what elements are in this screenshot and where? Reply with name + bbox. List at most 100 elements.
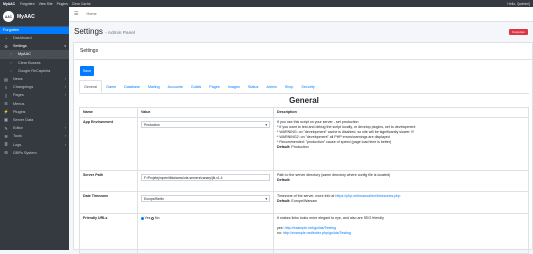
chevron-icon: ‹ bbox=[64, 126, 66, 131]
sidebar-item-dashboard[interactable]: ◔ Dashboard bbox=[0, 34, 69, 42]
description-text: yes: bbox=[277, 226, 285, 231]
sidebar-item-plugins[interactable]: ⚡ Plugins bbox=[0, 108, 69, 116]
setting-description: Timezone of the server, more info at htt… bbox=[273, 191, 529, 214]
chevron-down-icon: ▾ bbox=[265, 122, 267, 127]
tab-mailing[interactable]: Mailing bbox=[144, 80, 164, 93]
sidebar-item-label: Logs bbox=[13, 142, 22, 147]
sidebar-item-label: Editor bbox=[13, 126, 23, 131]
sidebar-item-label: News bbox=[13, 77, 23, 82]
table-header-row: Name Value Description bbox=[79, 107, 529, 118]
table-row: App Environment Production ▾ If you use … bbox=[79, 117, 529, 171]
hamburger-icon[interactable]: ☰ bbox=[74, 11, 78, 17]
table-row: Date Timezone Europe/Berlin ▾ Timezone o… bbox=[79, 191, 529, 214]
chevron-icon: ‹ bbox=[64, 85, 66, 90]
sidebar-brand[interactable]: AAC MyAAC bbox=[0, 7, 69, 27]
circle-icon: ○ bbox=[10, 68, 12, 73]
setting-description: It makes links looks more elegant to eye… bbox=[273, 213, 529, 254]
tab-shop[interactable]: Shop bbox=[281, 80, 298, 93]
tab-general[interactable]: General bbox=[79, 80, 103, 93]
setting-description: If you use this script on your server - … bbox=[273, 117, 529, 171]
sidebar-item-label: Pages bbox=[13, 93, 24, 98]
tab-pages[interactable]: Pages bbox=[205, 80, 223, 93]
topbar-brand[interactable]: MyAAC bbox=[3, 2, 15, 6]
default-label: Default: bbox=[277, 178, 291, 183]
tab-images[interactable]: Images bbox=[224, 80, 244, 93]
tab-admin[interactable]: Admin bbox=[262, 80, 280, 93]
tab-guilds[interactable]: Guilds bbox=[187, 80, 205, 93]
tab-game[interactable]: Game bbox=[102, 80, 120, 93]
sidebar-item-server-data[interactable]: ▦ Server Data bbox=[0, 116, 69, 124]
tab-accounts[interactable]: Accounts bbox=[164, 80, 187, 93]
app-environment-select[interactable]: Production ▾ bbox=[141, 121, 270, 128]
topbar-user[interactable]: Hello, \[admin\] bbox=[507, 2, 530, 6]
sidebar-item-settings[interactable]: ⚙ Settings ▾ bbox=[0, 42, 69, 50]
timezone-docs-link[interactable]: https://php.net/manual/en/timezones.php bbox=[335, 194, 400, 198]
setting-value-cell: Yes No bbox=[137, 213, 274, 254]
page-title-text: Settings bbox=[74, 27, 103, 36]
default-label: Default: bbox=[277, 145, 291, 150]
logs-icon: ≣ bbox=[4, 142, 8, 148]
sidebar-item-clear-bosses[interactable]: ○ Clear Bosses bbox=[0, 59, 69, 67]
chevron-icon: ‹ bbox=[64, 77, 66, 82]
table-row: Friendly URLs Yes No It makes links look… bbox=[79, 213, 529, 254]
page-subtitle: - Admin Panel bbox=[105, 31, 136, 36]
default-value: Production bbox=[291, 145, 309, 150]
topbar-link-plugins[interactable]: Plugins bbox=[57, 2, 68, 6]
topbar-link-view-site[interactable]: View Site bbox=[39, 2, 53, 6]
tab-security[interactable]: Security bbox=[297, 80, 318, 93]
chevron-icon: ‹ bbox=[64, 142, 66, 147]
sidebar-item-label: Plugins bbox=[13, 109, 26, 114]
setting-value-cell: Production ▾ bbox=[137, 117, 274, 171]
bars-icon: ☰ bbox=[4, 101, 8, 107]
tab-database[interactable]: Database bbox=[120, 80, 144, 93]
settings-card: Settings Save General Game Database Mailing… bbox=[73, 42, 533, 254]
chevron-down-icon: ▾ bbox=[265, 196, 267, 201]
timezone-select[interactable]: Europe/Berlin ▾ bbox=[141, 195, 270, 202]
server-path-input[interactable]: F:\Projekty\open\tibia\www\ots-servers\c… bbox=[141, 174, 270, 181]
book-icon: ▯ bbox=[4, 92, 8, 98]
card-title: Settings bbox=[74, 43, 532, 60]
circle-icon: ○ bbox=[10, 52, 12, 57]
top-bar: MyAAC Forgotten View Site Plugins Clear … bbox=[0, 0, 533, 7]
sidebar-item-pages[interactable]: ▯ Pages ‹ bbox=[0, 91, 69, 99]
list-icon: ≡ bbox=[4, 84, 8, 90]
sidebar-item-tools[interactable]: ⚒ Tools ‹ bbox=[0, 132, 69, 140]
topbar-link-forgotten[interactable]: Forgotten bbox=[20, 2, 35, 6]
sidebar-item-label: Tools bbox=[13, 134, 22, 139]
sidebar-item-changelogs[interactable]: ≡ Changelogs ‹ bbox=[0, 83, 69, 91]
sidebar-item-label: Google ReCaptcha bbox=[18, 68, 51, 73]
database-icon: ▦ bbox=[4, 117, 8, 123]
sidebar-item-menus[interactable]: ☰ Menus bbox=[0, 100, 69, 108]
sidebar-item-logs[interactable]: ≣ Logs ‹ bbox=[0, 140, 69, 148]
circle-icon: ○ bbox=[10, 60, 12, 65]
save-button[interactable]: Save bbox=[80, 66, 94, 76]
sidebar-item-gbps-system[interactable]: ⊞ GBPs System bbox=[0, 149, 69, 157]
sidebar-item-editor[interactable]: ✎ Editor ‹ bbox=[0, 124, 69, 132]
tab-status[interactable]: Status bbox=[244, 80, 262, 93]
default-label: Default: bbox=[277, 199, 291, 204]
sidebar-item-label: Server Data bbox=[13, 117, 34, 122]
sidebar-nav: ◔ Dashboard ⚙ Settings ▾ ○ MyAAC ○ Clear Bosses ○… bbox=[0, 34, 69, 157]
sidebar-item-label: MyAAC bbox=[18, 52, 31, 57]
chevron-icon: ‹ bbox=[64, 93, 66, 98]
wrench-icon: ⚒ bbox=[4, 133, 8, 139]
sidebar-item-label: Clear Bosses bbox=[18, 60, 41, 65]
friendly-urls-yes-radio[interactable]: Yes bbox=[141, 216, 150, 220]
header-home-link[interactable]: Home bbox=[86, 12, 96, 16]
sidebar-item-label: Changelogs bbox=[13, 85, 34, 90]
content-header: Settings - Admin Panel Forgotten bbox=[69, 22, 533, 41]
topbar-link-clear-cache[interactable]: Clear Cache bbox=[72, 2, 91, 6]
example-no-link[interactable]: http://example.net/index.php/guilds/Test… bbox=[283, 231, 351, 235]
sidebar-item-google-recaptcha[interactable]: ○ Google ReCaptcha bbox=[0, 67, 69, 75]
friendly-urls-no-radio[interactable]: No bbox=[151, 216, 159, 220]
edit-icon: ✎ bbox=[4, 125, 8, 131]
setting-value-cell: F:\Projekty\open\tibia\www\ots-servers\c… bbox=[137, 170, 274, 192]
newspaper-icon: ▤ bbox=[4, 76, 8, 82]
brand-text: MyAAC bbox=[17, 13, 35, 20]
example-yes-link[interactable]: http://example.net/guilds/Testing bbox=[285, 226, 336, 230]
forgotten-badge[interactable]: Forgotten bbox=[509, 28, 528, 35]
brand-logo: AAC bbox=[3, 11, 14, 22]
sidebar-item-news[interactable]: ▤ News ‹ bbox=[0, 75, 69, 83]
setting-name: Friendly URLs bbox=[79, 213, 138, 254]
sidebar-item-myaac[interactable]: ○ MyAAC bbox=[0, 50, 69, 59]
